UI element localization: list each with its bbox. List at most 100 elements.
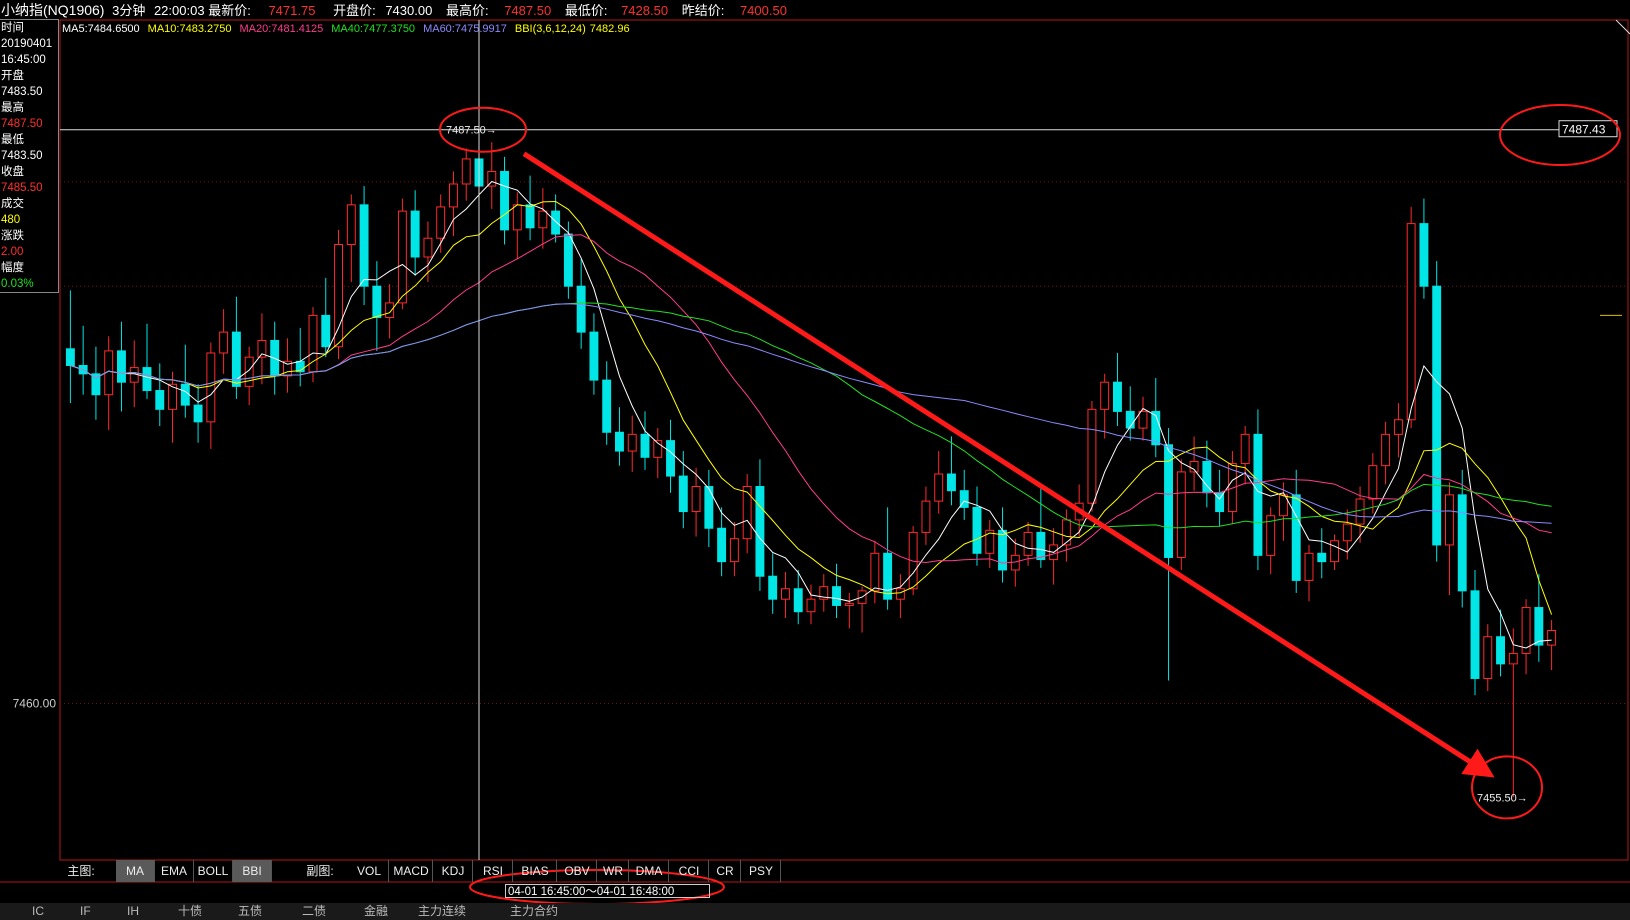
- candle-body: [500, 170, 509, 231]
- candle-body: [666, 440, 675, 477]
- candle-body: [1393, 419, 1403, 435]
- contract-nav-item[interactable]: 主力连续: [418, 903, 466, 920]
- candle-body: [1457, 494, 1467, 592]
- contract-nav-item[interactable]: 二债: [302, 903, 326, 920]
- contract-nav-item[interactable]: IF: [80, 903, 91, 920]
- candle-body: [729, 538, 739, 563]
- candle-body: [704, 486, 714, 529]
- candle-body: [832, 586, 841, 606]
- candle-body: [385, 302, 395, 319]
- sub-tab-wr[interactable]: WR: [598, 860, 629, 882]
- contract-nav-item[interactable]: 金融: [364, 903, 388, 920]
- ma-legend-item: BBI(3,6,12,24): [514, 23, 586, 35]
- candle-body: [947, 473, 956, 492]
- contract-nav-item[interactable]: 主力合约: [510, 903, 558, 920]
- candle-body: [1483, 636, 1493, 679]
- candle-body: [691, 486, 701, 513]
- contract-nav-item[interactable]: IC: [32, 903, 44, 920]
- candle-body: [142, 367, 152, 392]
- candle-body: [193, 404, 203, 423]
- candle-body: [1381, 433, 1391, 467]
- sub-tab-obv[interactable]: OBV: [558, 860, 597, 882]
- candle-body: [755, 486, 765, 577]
- sub-tab-macd[interactable]: MACD: [390, 860, 433, 882]
- info-row: 时间: [1, 22, 24, 34]
- sub-tab-rsi[interactable]: RSI: [474, 860, 513, 882]
- candle-body: [1355, 498, 1365, 525]
- candle-body: [219, 331, 229, 354]
- candle-body: [155, 390, 165, 410]
- candle-body: [563, 233, 573, 287]
- candle-body: [1432, 285, 1442, 546]
- main-tab-ema[interactable]: EMA: [155, 860, 194, 882]
- info-row: 20190401: [1, 38, 53, 50]
- contract-nav-item[interactable]: IH: [127, 903, 139, 920]
- candle-body: [1547, 629, 1557, 646]
- sub-tab-dma[interactable]: DMA: [630, 860, 669, 882]
- candle-body: [551, 210, 561, 235]
- candle-body: [1508, 652, 1518, 665]
- info-row: 成交: [1, 198, 24, 210]
- ma-legend-item: MA10:7483.2750: [147, 23, 232, 35]
- candle-body: [1406, 223, 1416, 421]
- candle-body: [372, 285, 382, 319]
- sub-chart-label: 副图:: [306, 864, 334, 878]
- main-tab-ma[interactable]: MA: [116, 860, 155, 882]
- candle-body: [1023, 531, 1033, 556]
- candle-body: [525, 204, 535, 229]
- ma-legend-item: 7482.96: [589, 23, 630, 35]
- candle-body: [793, 588, 803, 613]
- candle-body: [512, 204, 522, 231]
- ma-legend-item: MA5:7484.6500: [62, 23, 140, 35]
- main-tab-bbi[interactable]: BBI: [233, 860, 272, 882]
- candle-body: [895, 588, 905, 600]
- contract-nav-item[interactable]: 十债: [178, 903, 202, 920]
- ma-legend-item: MA60:7475.9917: [423, 23, 507, 35]
- candle-body: [768, 575, 778, 600]
- indicator-legend: MA5:7484.6500 MA10:7483.2750 MA20:7481.412…: [62, 21, 638, 37]
- candle-body: [576, 285, 586, 333]
- info-row: 2.00: [1, 246, 24, 258]
- sub-tab-psy[interactable]: PSY: [742, 860, 781, 882]
- plot-border: [59, 19, 1629, 861]
- candle-body: [1368, 465, 1378, 500]
- time-range-box: 04-01 16:45:00～04-01 16:48:00: [505, 884, 710, 898]
- low-circle: [1471, 755, 1543, 820]
- candle-body: [1189, 460, 1199, 473]
- info-row: 开盘: [1, 70, 24, 82]
- candle-body: [1445, 494, 1454, 546]
- low-price-label: 7455.50→: [1477, 792, 1528, 804]
- right-price-label: 7487.43: [1562, 123, 1606, 137]
- high-price-label: 7487.50→: [446, 125, 497, 137]
- sub-tab-bias[interactable]: BIAS: [514, 860, 557, 882]
- candle-body: [180, 383, 190, 406]
- candle-body: [346, 204, 356, 245]
- candle-body: [615, 431, 624, 452]
- candle-body: [1061, 519, 1071, 546]
- contract-nav-item[interactable]: 五债: [238, 903, 262, 920]
- candle-body: [602, 379, 612, 433]
- candle-body: [1304, 552, 1314, 581]
- main-chart-label: 主图:: [67, 864, 95, 878]
- candle-body: [423, 237, 433, 258]
- candle-body: [206, 352, 216, 423]
- candle-body: [844, 602, 854, 606]
- kline-chart[interactable]: 7460.00 7487.50→ 7487.43 7455.50→: [0, 0, 1630, 920]
- candle-body: [1240, 433, 1250, 465]
- ma-legend-item: MA40:7477.3750: [331, 23, 416, 35]
- contract-nav: IC IF IH 十债 五债 二债 金融 主力连续 主力合约: [0, 903, 1630, 920]
- main-tab-boll[interactable]: BOLL: [194, 860, 233, 882]
- sub-tab-cr[interactable]: CR: [710, 860, 741, 882]
- sub-tab-cci[interactable]: CCI: [670, 860, 709, 882]
- candle-body: [1253, 433, 1263, 556]
- candle-body: [1342, 523, 1352, 542]
- info-row: 16:45:00: [1, 54, 46, 66]
- ma-line: [70, 180, 1552, 649]
- info-row: 最低: [1, 134, 24, 146]
- candle-body: [1291, 494, 1301, 581]
- sub-tab-kdj[interactable]: KDJ: [434, 860, 473, 882]
- candle-body: [65, 348, 75, 366]
- info-row: 幅度: [1, 262, 24, 274]
- candle-body: [117, 350, 126, 383]
- sub-tab-vol[interactable]: VOL: [350, 860, 389, 882]
